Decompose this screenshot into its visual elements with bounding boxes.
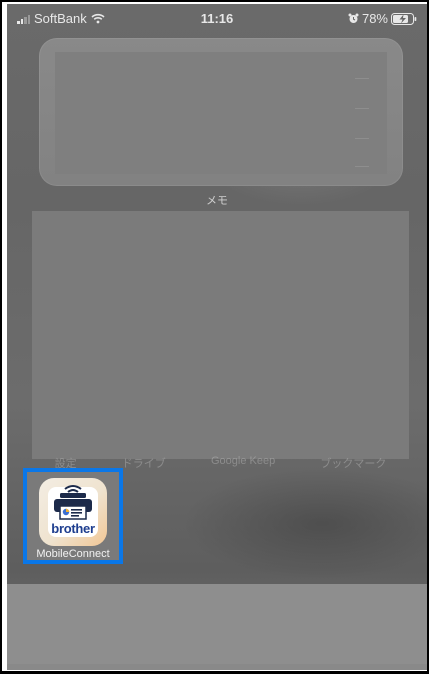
app-label-drive: ドライブ: [121, 458, 166, 470]
memo-widget-content: [55, 52, 387, 174]
memo-widget[interactable]: [39, 38, 403, 186]
brand-logo-text: brother: [51, 521, 95, 536]
status-right: 78%: [348, 11, 417, 26]
home-screen: SoftBank 11:16 78% メモ 設定 ドライブ Google Kee…: [7, 4, 427, 670]
mobileconnect-app-selected[interactable]: brother MobileConnect: [23, 468, 123, 564]
large-widget-placeholder[interactable]: [32, 211, 409, 459]
battery-percent: 78%: [361, 11, 388, 26]
brother-printer-icon[interactable]: brother: [39, 478, 107, 546]
dock-bottom: [7, 664, 427, 670]
dock: [7, 584, 427, 670]
app-label-bookmark: ブックマーク: [320, 458, 387, 470]
app-label-mobileconnect: MobileConnect: [36, 548, 110, 560]
app-label-settings: 設定: [54, 458, 77, 470]
battery-charging-icon: [391, 12, 417, 25]
screenshot-frame: SoftBank 11:16 78% メモ 設定 ドライブ Google Kee…: [0, 0, 429, 674]
app-label-google-keep: Google Keep: [210, 455, 276, 467]
status-bar: SoftBank 11:16 78%: [7, 4, 427, 34]
alarm-icon: [348, 13, 359, 23]
memo-widget-label: メモ: [206, 195, 228, 207]
app-row-labels: 設定 ドライブ Google Keep ブックマーク: [32, 455, 409, 470]
